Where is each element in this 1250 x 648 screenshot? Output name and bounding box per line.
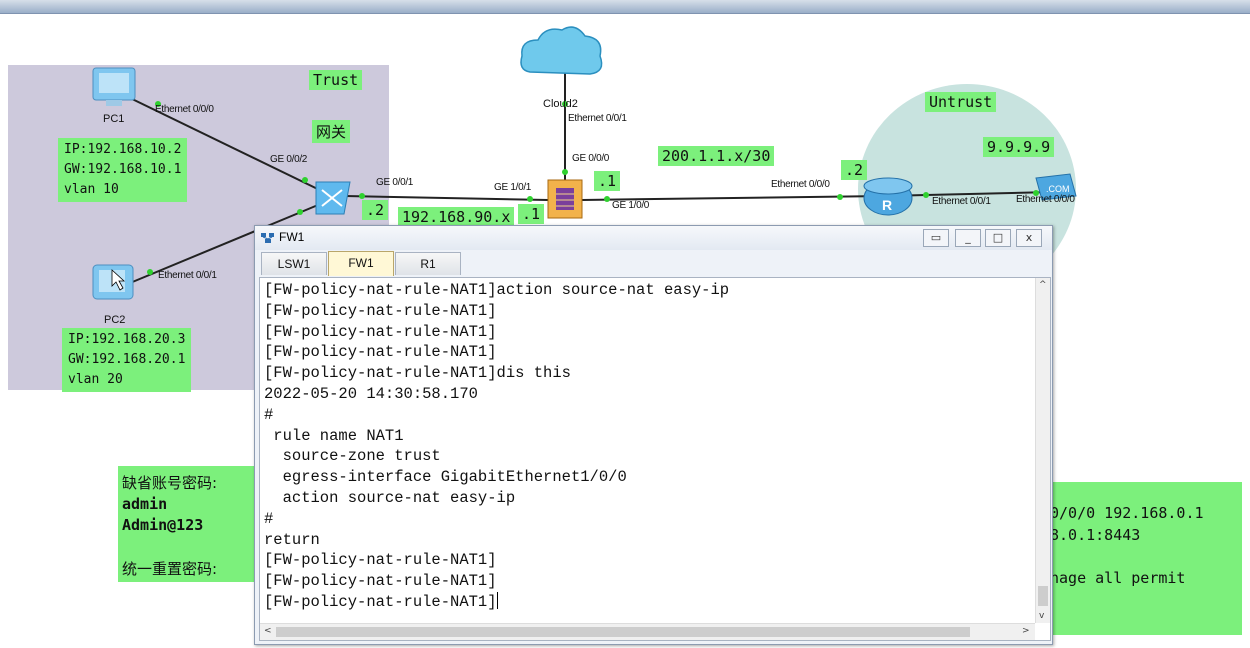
console-line: action source-nat easy-ip bbox=[264, 488, 516, 507]
maximize-button[interactable]: □ bbox=[985, 229, 1011, 247]
scroll-up-icon[interactable]: ^ bbox=[1039, 280, 1047, 290]
console-line: rule name NAT1 bbox=[264, 426, 404, 445]
port-label: GE 1/0/0 bbox=[612, 200, 650, 211]
admin-password-text: Admin@123 bbox=[122, 516, 204, 534]
port-label: Ethernet 0/0/0 bbox=[771, 179, 830, 190]
port-label: Ethernet 0/0/1 bbox=[932, 196, 991, 207]
console-line: [FW-policy-nat-rule-NAT1] bbox=[264, 322, 497, 341]
tab-fw1[interactable]: FW1 bbox=[328, 251, 394, 276]
minimize-button[interactable]: _ bbox=[955, 229, 981, 247]
pc1-icon bbox=[92, 67, 136, 106]
svg-text:.COM: .COM bbox=[1046, 184, 1070, 194]
cloud-name: Cloud2 bbox=[543, 98, 578, 110]
untrust-label: Untrust bbox=[925, 92, 997, 112]
console-line: [FW-policy-nat-rule-NAT1] bbox=[264, 301, 497, 320]
cloud-icon bbox=[520, 26, 603, 75]
outside-network-label: 200.1.1.x/30 bbox=[658, 146, 775, 166]
port-label: GE 0/0/0 bbox=[572, 153, 610, 164]
port-label: Ethernet 0/0/1 bbox=[158, 270, 217, 281]
pc2-icon bbox=[92, 264, 134, 300]
mgmt-ip-text: 0/0/0 192.168.0.1 bbox=[1050, 504, 1204, 522]
console-line: [FW-policy-nat-rule-NAT1]action source-n… bbox=[264, 281, 730, 299]
default-account-text: 缺省账号密码: bbox=[122, 474, 218, 492]
port-label: Ethernet 0/0/0 bbox=[155, 104, 214, 115]
console-line: # bbox=[264, 405, 274, 424]
pc2-info: IP:192.168.20.3 GW:192.168.20.1 vlan 20 bbox=[62, 328, 192, 392]
console-line: 2022-05-20 14:30:58.170 bbox=[264, 384, 478, 403]
management-note: 0/0/0 192.168.0.1 8.0.1:8443 nage all pe… bbox=[1040, 482, 1242, 635]
lsw-ip-label: .2 bbox=[362, 200, 389, 220]
console-text[interactable]: [FW-policy-nat-rule-NAT1] action source-n… bbox=[264, 280, 1029, 620]
scroll-right-icon[interactable]: > bbox=[1022, 626, 1030, 636]
admin-user-text: admin bbox=[122, 495, 168, 513]
text-cursor bbox=[496, 591, 498, 609]
horizontal-scrollbar[interactable]: < > bbox=[260, 623, 1035, 640]
topology-icon bbox=[261, 233, 274, 243]
firewall-icon bbox=[547, 179, 583, 219]
router-icon: R bbox=[863, 177, 913, 216]
console-line: return bbox=[264, 530, 320, 549]
trust-label: Trust bbox=[309, 70, 363, 90]
reset-password-text: 统一重置密码: bbox=[122, 560, 218, 578]
console-line: [FW-policy-nat-rule-NAT1] bbox=[264, 551, 497, 570]
console-line: [FW-policy-nat-rule-NAT1] bbox=[264, 572, 497, 591]
restore-window-button[interactable]: ▭ bbox=[923, 229, 949, 247]
fw-inside-ip-label: .1 bbox=[518, 204, 545, 224]
window-titlebar[interactable]: FW1 ▭ _ □ x bbox=[255, 226, 1052, 250]
horizontal-scroll-thumb[interactable] bbox=[276, 627, 970, 637]
console-line: [FW-policy-nat-rule-NAT1] bbox=[264, 591, 498, 611]
console-line: # bbox=[264, 509, 274, 528]
scroll-down-icon[interactable]: v bbox=[1039, 611, 1044, 621]
scroll-left-icon[interactable]: < bbox=[264, 626, 272, 636]
fw-outside-ip-label: .1 bbox=[594, 171, 621, 191]
svg-text:R: R bbox=[882, 197, 892, 213]
console-line: source-zone trust bbox=[264, 447, 441, 466]
close-button[interactable]: x bbox=[1016, 229, 1042, 247]
pc2-name: PC2 bbox=[104, 314, 126, 326]
tab-lsw1[interactable]: LSW1 bbox=[261, 252, 327, 275]
port-label: GE 0/0/2 bbox=[270, 154, 308, 165]
inside-network-label: 192.168.90.x bbox=[398, 207, 515, 227]
port-label: GE 1/0/1 bbox=[494, 182, 532, 193]
gateway-label: 网关 bbox=[312, 120, 351, 143]
mgmt-permit-text: nage all permit bbox=[1050, 569, 1186, 587]
console-output[interactable]: [FW-policy-nat-rule-NAT1] action source-n… bbox=[259, 277, 1051, 641]
port-label: GE 0/0/1 bbox=[376, 177, 414, 188]
vertical-scrollbar[interactable]: ^ v bbox=[1035, 278, 1050, 623]
r-ip-label: .2 bbox=[841, 160, 868, 180]
pc1-info: IP:192.168.10.2 GW:192.168.10.1 vlan 10 bbox=[58, 138, 188, 202]
switch-icon bbox=[315, 181, 351, 215]
fw1-console-window[interactable]: FW1 ▭ _ □ x LSW1 FW1 R1 [FW-policy-nat-r… bbox=[254, 225, 1053, 645]
console-line: egress-interface GigabitEthernet1/0/0 bbox=[264, 468, 627, 487]
console-line: [FW-policy-nat-rule-NAT1]dis this bbox=[264, 364, 571, 383]
port-label: Ethernet 0/0/0 bbox=[1016, 194, 1075, 205]
console-line: [FW-policy-nat-rule-NAT1] bbox=[264, 343, 497, 362]
window-title: FW1 bbox=[279, 230, 305, 244]
port-label: Ethernet 0/0/1 bbox=[568, 113, 627, 124]
mgmt-url-text: 8.0.1:8443 bbox=[1050, 526, 1141, 544]
pc1-name: PC1 bbox=[103, 113, 125, 125]
server-ip-label: 9.9.9.9 bbox=[983, 137, 1055, 157]
vertical-scroll-thumb[interactable] bbox=[1038, 586, 1048, 606]
credentials-note: 缺省账号密码: admin Admin@123 统一重置密码: bbox=[118, 466, 268, 582]
tab-r1[interactable]: R1 bbox=[395, 252, 461, 275]
